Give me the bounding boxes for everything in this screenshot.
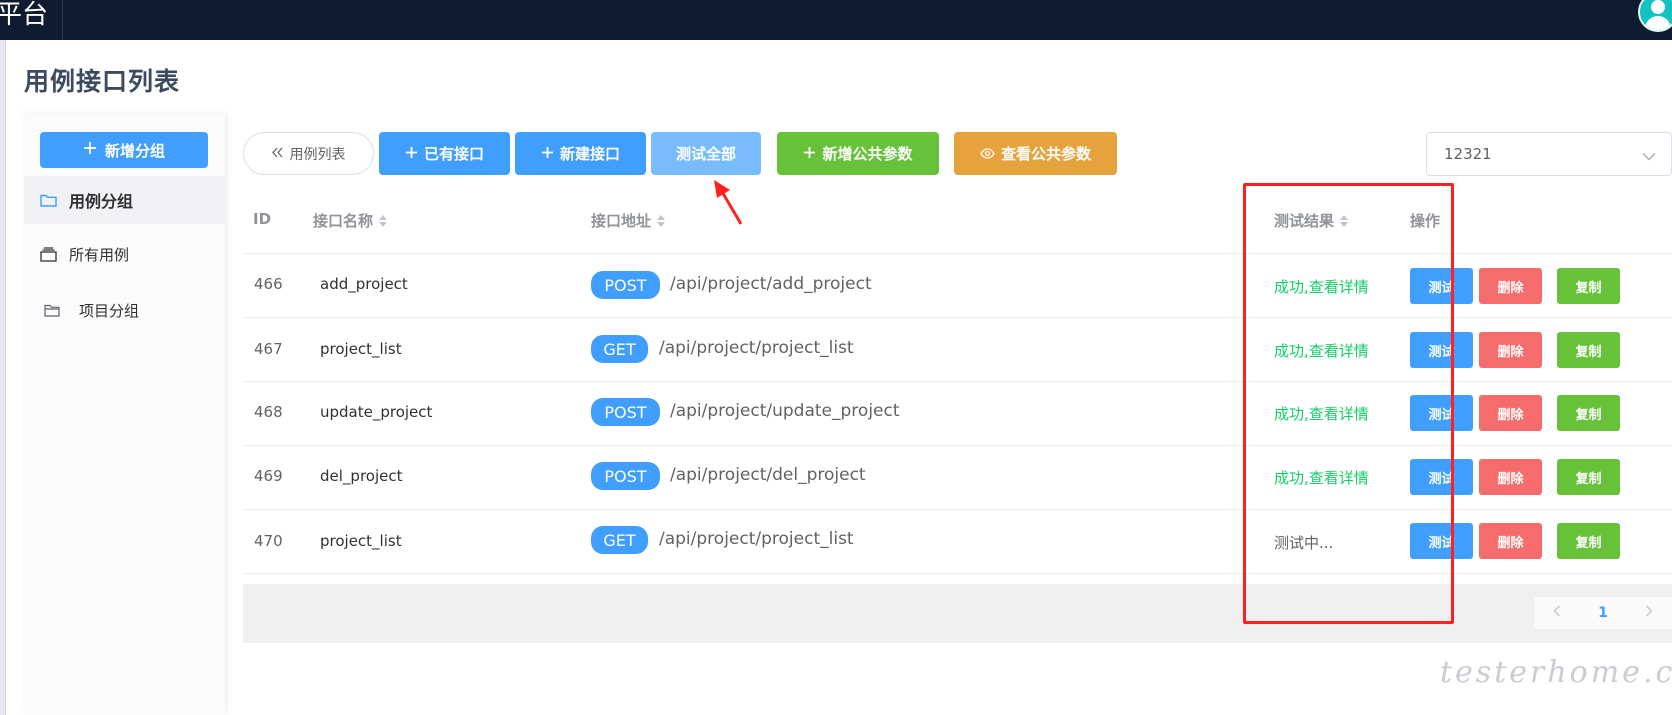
row-interface-name: del_project bbox=[320, 467, 403, 485]
new-interface-label: 新建接口 bbox=[559, 145, 620, 163]
select-value: 12321 bbox=[1444, 145, 1492, 163]
plus-icon bbox=[541, 145, 554, 163]
pagination-bar bbox=[243, 584, 1672, 643]
plus-icon bbox=[405, 145, 418, 163]
row-interface-name: project_list bbox=[320, 340, 402, 358]
delete-button[interactable]: 删除 bbox=[1479, 395, 1542, 431]
row-divider bbox=[243, 445, 1672, 446]
row-interface-path: /api/project/update_project bbox=[670, 401, 900, 421]
add-public-params-button[interactable]: 新增公共参数 bbox=[777, 132, 939, 175]
navbar-divider bbox=[62, 0, 63, 40]
eye-icon bbox=[980, 145, 995, 163]
pagination: 1 bbox=[1534, 597, 1672, 629]
folder-icon bbox=[40, 193, 57, 207]
copy-button[interactable]: 复制 bbox=[1557, 395, 1620, 431]
folder-open-icon bbox=[44, 303, 61, 317]
row-divider bbox=[243, 381, 1672, 382]
row-divider bbox=[243, 509, 1672, 510]
http-method-badge: GET bbox=[591, 335, 648, 363]
delete-button[interactable]: 删除 bbox=[1479, 268, 1542, 304]
row-interface-name: add_project bbox=[320, 275, 408, 293]
collapsed-nav-edge bbox=[0, 40, 6, 715]
watermark: testerhome.com bbox=[1440, 655, 1672, 690]
http-method-badge: GET bbox=[591, 526, 648, 554]
page-number[interactable]: 1 bbox=[1598, 605, 1608, 621]
delete-button[interactable]: 删除 bbox=[1479, 459, 1542, 495]
column-header-id: ID bbox=[253, 210, 271, 228]
delete-button[interactable]: 删除 bbox=[1479, 523, 1542, 559]
view-public-params-label: 查看公共参数 bbox=[1000, 145, 1091, 163]
copy-button[interactable]: 复制 bbox=[1557, 268, 1620, 304]
sidebar-item-project-group[interactable]: 项目分组 bbox=[24, 286, 225, 334]
row-interface-path: /api/project/project_list bbox=[659, 338, 854, 358]
column-header-name[interactable]: 接口名称 bbox=[313, 210, 388, 231]
group-sidebar: 新增分组 用例分组 所有用例 项目分组 bbox=[24, 113, 225, 715]
header-label: 接口地址 bbox=[591, 212, 652, 230]
test-all-button[interactable]: 测试全部 bbox=[651, 132, 761, 175]
sidebar-item-case-group[interactable]: 用例分组 bbox=[24, 176, 225, 224]
http-method-badge: POST bbox=[591, 462, 660, 490]
row-id: 468 bbox=[254, 403, 283, 421]
row-interface-path: /api/project/add_project bbox=[670, 274, 872, 294]
row-id: 466 bbox=[254, 275, 283, 293]
row-id: 467 bbox=[254, 340, 283, 358]
environment-select[interactable]: 12321 bbox=[1426, 132, 1672, 176]
back-label: 用例列表 bbox=[289, 146, 346, 163]
sort-caret-icon[interactable] bbox=[379, 214, 388, 227]
row-divider bbox=[243, 253, 1672, 254]
next-page-icon[interactable] bbox=[1645, 605, 1653, 621]
row-interface-path: /api/project/project_list bbox=[659, 529, 854, 549]
header-label: 接口名称 bbox=[313, 212, 374, 230]
sidebar-item-label: 项目分组 bbox=[79, 301, 140, 320]
row-divider bbox=[243, 573, 1672, 574]
http-method-badge: POST bbox=[591, 271, 660, 299]
row-divider bbox=[243, 317, 1672, 318]
http-method-badge: POST bbox=[591, 398, 660, 426]
existing-interface-label: 已有接口 bbox=[423, 145, 484, 163]
view-public-params-button[interactable]: 查看公共参数 bbox=[954, 132, 1117, 175]
plus-icon bbox=[83, 141, 97, 159]
annotation-arrow-icon bbox=[714, 180, 743, 225]
sidebar-item-label: 用例分组 bbox=[69, 192, 134, 211]
plus-icon bbox=[803, 145, 816, 163]
add-public-params-label: 新增公共参数 bbox=[822, 145, 913, 163]
app-brand: 平台 bbox=[0, 0, 49, 30]
row-interface-name: update_project bbox=[320, 403, 433, 421]
back-to-case-list-button[interactable]: 用例列表 bbox=[243, 132, 374, 175]
row-id: 470 bbox=[254, 532, 283, 550]
double-chevron-left-icon bbox=[271, 146, 284, 162]
row-interface-name: project_list bbox=[320, 532, 402, 550]
row-id: 469 bbox=[254, 467, 283, 485]
existing-interface-button[interactable]: 已有接口 bbox=[379, 132, 510, 175]
user-avatar[interactable] bbox=[1638, 0, 1672, 32]
chevron-down-icon bbox=[1642, 147, 1656, 165]
sidebar-item-all-cases[interactable]: 所有用例 bbox=[24, 230, 225, 278]
prev-page-icon[interactable] bbox=[1553, 605, 1561, 621]
copy-button[interactable]: 复制 bbox=[1557, 523, 1620, 559]
new-interface-button[interactable]: 新建接口 bbox=[515, 132, 646, 175]
top-navbar: 平台 bbox=[0, 0, 1672, 40]
row-interface-path: /api/project/del_project bbox=[670, 465, 866, 485]
page-title: 用例接口列表 bbox=[24, 67, 181, 96]
add-group-label: 新增分组 bbox=[104, 141, 165, 160]
add-group-button[interactable]: 新增分组 bbox=[40, 132, 208, 168]
test-all-label: 测试全部 bbox=[675, 145, 736, 163]
delete-button[interactable]: 删除 bbox=[1479, 332, 1542, 368]
sidebar-item-label: 所有用例 bbox=[69, 245, 130, 264]
stack-icon bbox=[40, 246, 57, 262]
copy-button[interactable]: 复制 bbox=[1557, 332, 1620, 368]
column-header-url[interactable]: 接口地址 bbox=[591, 210, 666, 231]
annotation-highlight-box bbox=[1243, 183, 1454, 624]
sort-caret-icon[interactable] bbox=[657, 214, 666, 227]
copy-button[interactable]: 复制 bbox=[1557, 459, 1620, 495]
header-label: ID bbox=[253, 210, 272, 228]
